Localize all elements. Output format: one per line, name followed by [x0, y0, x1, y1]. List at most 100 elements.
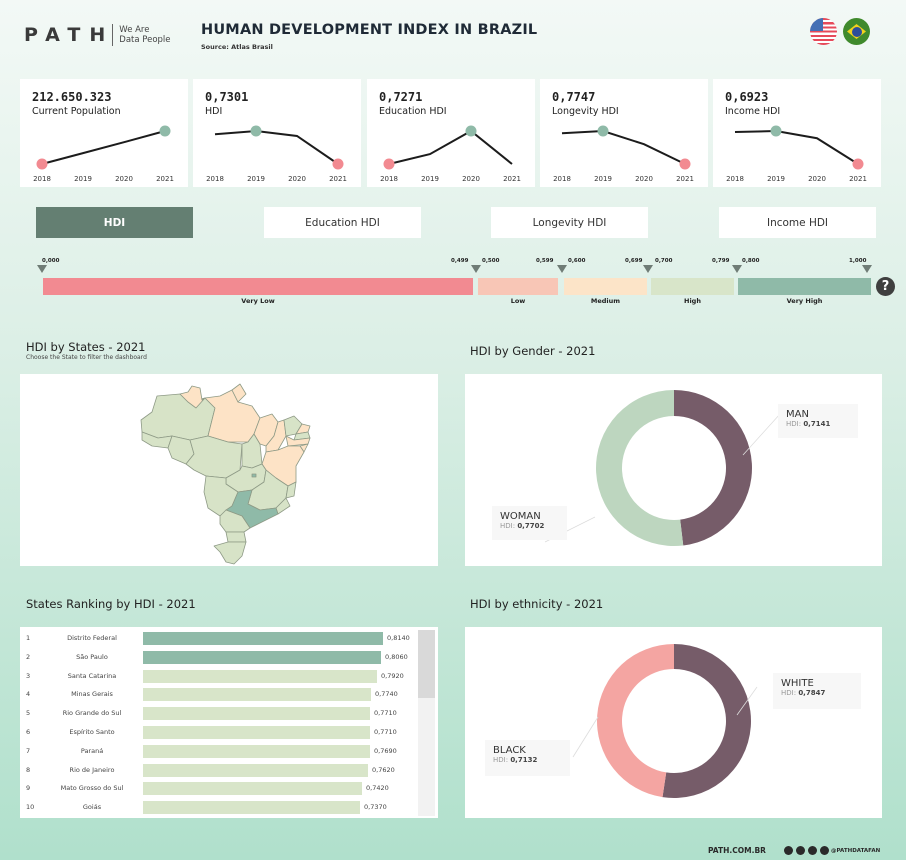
- ranking-panel: 1 Distrito Federal 0,8140 2 São Paulo 0,8…: [20, 627, 438, 818]
- scale-segment-medium: [564, 278, 647, 295]
- logo-tagline-1: We Are: [119, 25, 150, 35]
- scale-tick-to: 0,699: [625, 258, 643, 264]
- ethnicity-donut-chart: [572, 644, 758, 798]
- man-callout: MAN HDI: 0,7141: [778, 404, 858, 438]
- ranking-row[interactable]: 6 Espírito Santo 0,7710: [20, 723, 420, 742]
- year-tick-label: 2019: [247, 175, 265, 183]
- black-label: BLACK: [493, 745, 526, 756]
- donut-slice-white[interactable]: [662, 644, 751, 798]
- rank-value: 0,8140: [387, 634, 410, 642]
- tab-hdi[interactable]: HDI: [36, 207, 193, 238]
- kpi-value: 212.650.323: [32, 90, 112, 104]
- sparkline-line: [561, 129, 686, 165]
- donut-slice-man[interactable]: [674, 390, 752, 546]
- year-tick-label: 2021: [676, 175, 694, 183]
- scale-label: Very Low: [241, 297, 275, 305]
- scale-marker-icon: [37, 265, 47, 273]
- state-name: Minas Gerais: [71, 690, 113, 699]
- ethnicity-title: HDI by ethnicity - 2021: [470, 597, 604, 611]
- year-tick-label: 2018: [380, 175, 398, 183]
- kpi-label: Income HDI: [725, 106, 781, 117]
- scale-tick-to: 0,799: [712, 258, 730, 264]
- man-hdi: HDI: 0,7141: [786, 420, 831, 428]
- help-icon[interactable]: ?: [876, 277, 895, 296]
- donut-slice-woman[interactable]: [595, 390, 684, 546]
- rank-number: 6: [26, 728, 31, 736]
- kpi-card-income-hdi: 0,6923 Income HDI 2018 2019 2020 2021: [713, 79, 881, 187]
- ranking-row[interactable]: 8 Rio de Janeiro 0,7620: [20, 761, 420, 780]
- state-name: São Paulo: [76, 652, 108, 661]
- us-flag-icon[interactable]: [810, 18, 837, 45]
- sparkline-line: [734, 129, 859, 165]
- year-tick-label: 2018: [553, 175, 571, 183]
- ranking-scrollbar[interactable]: [418, 630, 435, 816]
- github-icon[interactable]: [784, 846, 793, 855]
- kpi-label: Current Population: [32, 106, 121, 117]
- state-para: [204, 389, 261, 443]
- tab-longevity-hdi[interactable]: Longevity HDI: [491, 207, 648, 238]
- tab-education-hdi[interactable]: Education HDI: [264, 207, 421, 238]
- brazil-flag-icon[interactable]: [843, 18, 870, 45]
- kpi-sparkline: 2018 2019 2020 2021: [380, 125, 521, 183]
- state-name: Paraná: [80, 746, 104, 755]
- facebook-icon[interactable]: [820, 846, 829, 855]
- scale-tick-to: 0,599: [536, 258, 554, 264]
- ranking-row[interactable]: 4 Minas Gerais 0,7740: [20, 685, 420, 704]
- brazil-map[interactable]: [20, 374, 438, 566]
- year-tick-label: 2020: [635, 175, 653, 183]
- ranking-row[interactable]: 1 Distrito Federal 0,8140: [20, 629, 420, 648]
- rank-number: 5: [26, 709, 31, 718]
- year-tick-label: 2018: [726, 175, 744, 183]
- ranking-row[interactable]: 3 Santa Catarina 0,7920: [20, 667, 420, 686]
- rank-value: 0,7370: [364, 803, 387, 812]
- scale-label: Medium: [590, 297, 621, 305]
- page-title: HUMAN DEVELOPMENT INDEX IN BRAZIL: [201, 22, 538, 38]
- kpi-card-longevity-hdi: 0,7747 Longevity HDI 2018 2019 2020 2021: [540, 79, 708, 187]
- rank-bar: [143, 744, 370, 758]
- kpi-value: 0,6923: [725, 90, 769, 104]
- footer-site-link[interactable]: PATH.COM.BR: [708, 846, 766, 855]
- scale-marker-icon: [732, 265, 742, 273]
- ranking-row[interactable]: 2 São Paulo 0,8060: [20, 648, 420, 667]
- year-tick-label: 2019: [594, 175, 612, 183]
- tab-income-hdi[interactable]: Income HDI: [719, 207, 876, 238]
- min-point-marker: [383, 158, 395, 170]
- man-label: MAN: [786, 409, 809, 420]
- donut-slice-black[interactable]: [596, 644, 674, 798]
- max-point-marker: [770, 125, 782, 137]
- kpi-label: Longevity HDI: [552, 106, 619, 117]
- kpi-label: Education HDI: [379, 106, 447, 117]
- ranking-row[interactable]: 7 Paraná 0,7690: [20, 742, 420, 761]
- source-text: Source: Atlas Brasil: [201, 43, 273, 51]
- min-point-marker: [679, 158, 691, 170]
- footer-handle[interactable]: @PATHDATAFAN: [831, 848, 880, 854]
- rank-number: 4: [26, 690, 31, 699]
- rank-bar: [143, 688, 371, 702]
- year-tick-label: 2021: [156, 175, 174, 183]
- ranking-row[interactable]: 10 Goiás 0,7370: [20, 798, 420, 817]
- year-tick-label: 2019: [74, 175, 92, 183]
- year-tick-label: 2020: [115, 175, 133, 183]
- rank-bar: [143, 650, 381, 664]
- rank-bar: [143, 669, 377, 683]
- kpi-value: 0,7301: [205, 90, 249, 104]
- rank-value: 0,7920: [381, 671, 404, 680]
- black-hdi: HDI: 0,7132: [493, 756, 538, 764]
- scale-tick-from: 0,000: [42, 258, 60, 264]
- man-leader-line: [742, 413, 781, 456]
- ranking-row[interactable]: 5 Rio Grande do Sul 0,7710: [20, 704, 420, 723]
- sparkline-line: [214, 129, 339, 165]
- scrollbar-thumb[interactable]: [418, 630, 435, 698]
- instagram-icon[interactable]: [796, 846, 805, 855]
- ranking-row[interactable]: 9 Mato Grosso do Sul 0,7420: [20, 779, 420, 798]
- scale-tick-to: 0,499: [451, 258, 469, 264]
- year-tick-label: 2019: [767, 175, 785, 183]
- linkedin-icon[interactable]: [808, 846, 817, 855]
- scale-marker-icon: [471, 265, 481, 273]
- gender-panel: MAN HDI: 0,7141 WOMAN HDI: 0,7702: [465, 374, 882, 566]
- kpi-card-hdi: 0,7301 HDI 2018 2019 2020 2021: [193, 79, 361, 187]
- map-subtitle: Choose the State to filter the dashboard: [26, 354, 147, 361]
- woman-callout: WOMAN HDI: 0,7702: [492, 506, 567, 540]
- rank-value: 0,8060: [385, 652, 408, 661]
- rank-number: 7: [26, 746, 31, 755]
